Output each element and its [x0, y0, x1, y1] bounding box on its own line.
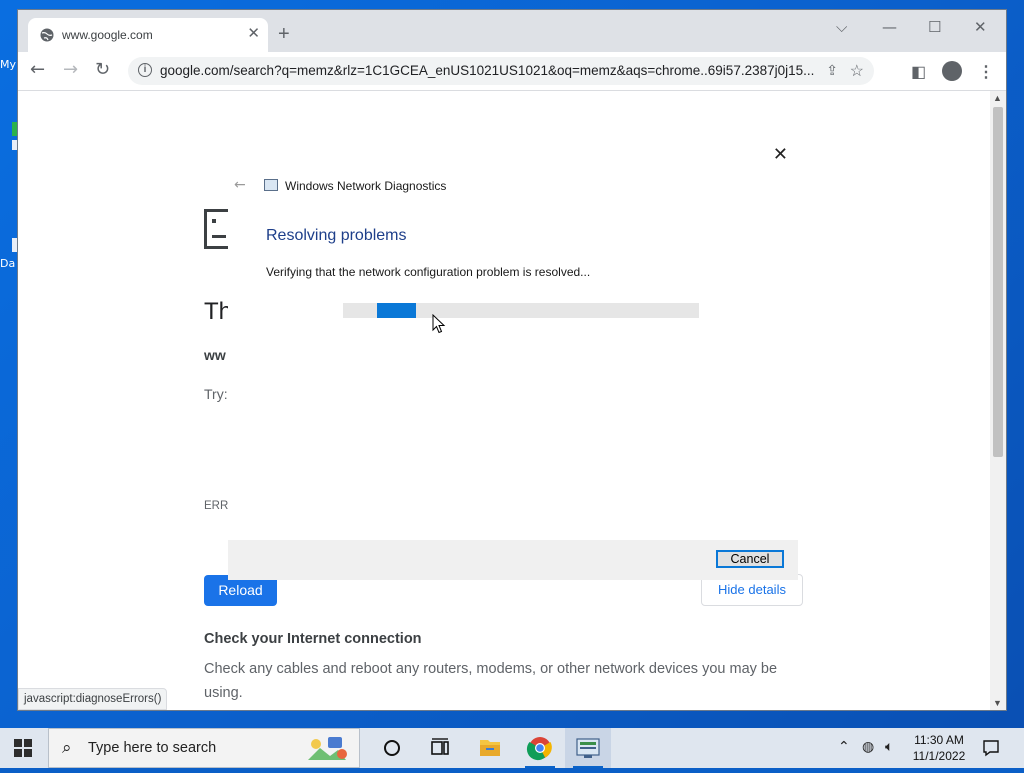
reload-icon[interactable]: ↻: [95, 61, 110, 79]
chevron-up-icon[interactable]: ⌃: [838, 739, 850, 755]
check-connection-body: Check any cables and reboot any routers,…: [204, 661, 778, 701]
page-scrollbar[interactable]: ▲ ▼: [990, 91, 1006, 710]
network-diagnostics-icon: [264, 179, 278, 191]
notifications-icon[interactable]: [982, 739, 1000, 757]
progress-bar-indicator: [377, 303, 416, 318]
new-tab-icon[interactable]: +: [278, 24, 290, 44]
scroll-down-icon[interactable]: ▼: [993, 698, 1002, 708]
tab-strip: www.google.com ✕ + ⌵ — ☐ ✕: [18, 10, 1006, 52]
chrome-icon[interactable]: [517, 728, 563, 768]
scroll-up-icon[interactable]: ▲: [993, 93, 1002, 103]
dialog-footer: Cancel: [228, 540, 798, 580]
back-icon[interactable]: ←: [30, 61, 45, 79]
site-info-icon[interactable]: i: [138, 63, 152, 77]
clock-time: 11:30 AM: [914, 733, 964, 747]
error-domain: ww: [204, 347, 226, 363]
search-highlight-icon[interactable]: [306, 734, 348, 762]
try-label: Try:: [204, 386, 228, 402]
browser-tab[interactable]: www.google.com ✕: [28, 18, 268, 52]
cortana-icon[interactable]: [369, 728, 415, 768]
minimize-icon[interactable]: —: [882, 18, 897, 36]
search-icon: ⌕: [62, 738, 72, 758]
mouse-cursor-icon: [432, 314, 446, 334]
side-panel-icon[interactable]: ◧: [911, 62, 926, 82]
status-bar: javascript:diagnoseErrors(): [18, 688, 168, 710]
forward-icon[interactable]: →: [63, 61, 78, 79]
address-bar[interactable]: i google.com/search?q=memz&rlz=1C1GCEA_e…: [128, 57, 874, 85]
windows-start-icon[interactable]: [14, 739, 32, 757]
browser-toolbar: ← → ↻ i google.com/search?q=memz&rlz=1C1…: [18, 52, 1006, 91]
network-diagnostics-dialog: ✕ ← Windows Network Diagnostics Resolvin…: [228, 140, 798, 580]
taskbar-search-box[interactable]: ⌕ Type here to search: [48, 728, 360, 768]
profile-avatar-icon[interactable]: [942, 61, 962, 81]
maximize-icon[interactable]: ☐: [928, 18, 941, 36]
task-view-icon[interactable]: [417, 728, 463, 768]
dialog-app-title: Windows Network Diagnostics: [285, 179, 447, 193]
desktop-icon-label[interactable]: My: [0, 58, 18, 71]
scrollbar-thumb[interactable]: [993, 107, 1003, 457]
close-window-icon[interactable]: ✕: [974, 18, 987, 36]
check-connection-heading: Check your Internet connection: [204, 631, 422, 647]
close-icon[interactable]: ✕: [773, 144, 788, 165]
dialog-heading: Resolving problems: [266, 227, 407, 244]
address-url[interactable]: google.com/search?q=memz&rlz=1C1GCEA_enU…: [160, 63, 840, 78]
bookmark-star-icon[interactable]: ☆: [850, 61, 864, 81]
progress-bar: [343, 303, 699, 318]
file-explorer-icon[interactable]: [467, 728, 513, 768]
taskbar-clock[interactable]: 11:30 AM 11/1/2022: [907, 732, 971, 764]
share-icon[interactable]: ⇪: [826, 62, 838, 79]
desktop-icon-label[interactable]: Da: [0, 257, 18, 270]
volume-icon[interactable]: 🔈︎: [885, 739, 893, 755]
close-tab-icon[interactable]: ✕: [247, 26, 260, 42]
tab-title: www.google.com: [62, 28, 153, 42]
clock-date: 11/1/2022: [912, 749, 966, 763]
network-globe-icon[interactable]: ◍: [862, 739, 874, 755]
sad-page-icon: [204, 209, 228, 249]
taskbar: ⌕ Type here to search ⌃ ◍ 🔈︎ 11:30 AM 11…: [0, 728, 1024, 768]
network-diagnostics-taskbar-icon[interactable]: [565, 728, 611, 768]
globe-icon: [40, 28, 54, 42]
dialog-message: Verifying that the network configuration…: [266, 265, 591, 279]
search-placeholder[interactable]: Type here to search: [88, 740, 216, 756]
cancel-button[interactable]: Cancel: [716, 550, 784, 568]
tab-search-icon[interactable]: ⌵: [836, 18, 847, 36]
menu-kebab-icon[interactable]: ⋮: [978, 62, 994, 82]
back-arrow-icon[interactable]: ←: [234, 177, 246, 193]
